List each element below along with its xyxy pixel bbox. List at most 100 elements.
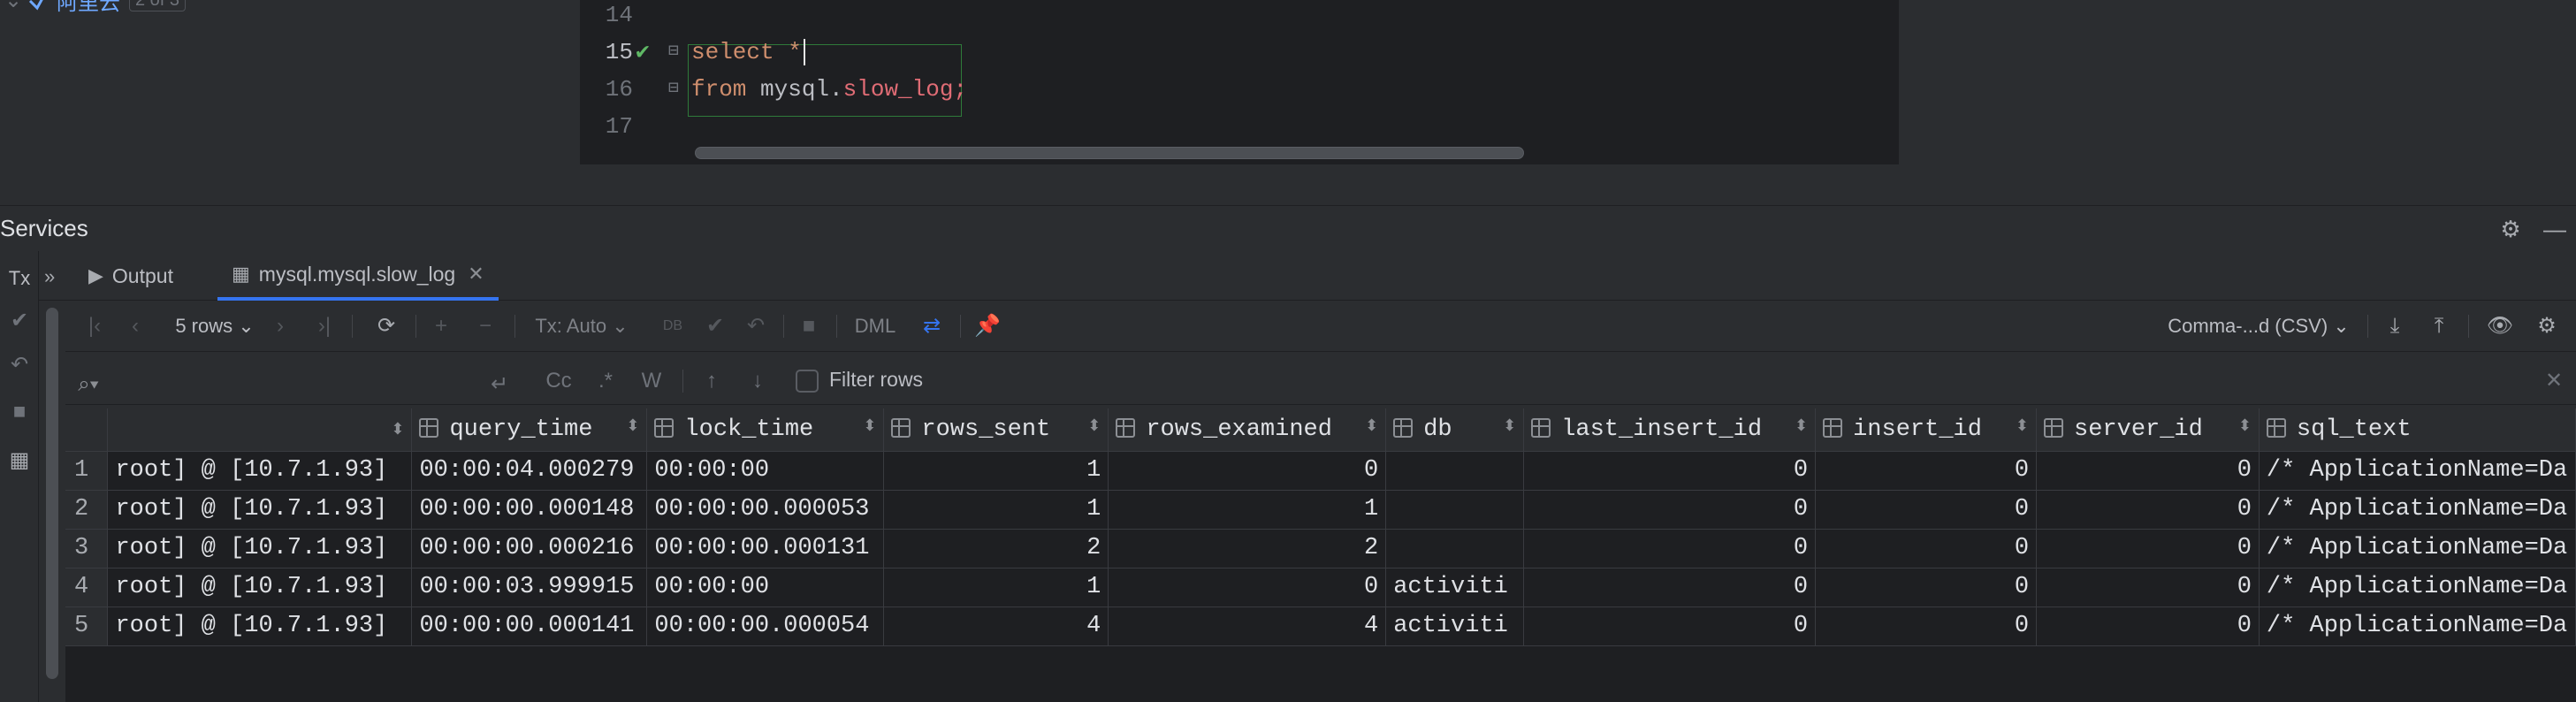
column-header-rows-sent[interactable]: rows_sent ⬍	[883, 408, 1109, 452]
table-cell[interactable]: 00:00:00	[646, 568, 885, 607]
fold-end-icon[interactable]: ⊟	[668, 71, 684, 108]
sql-editor[interactable]: 14 15 16 17 ✔ ⊟ ⊟ select * from mysql.sl…	[580, 0, 1899, 203]
sort-icon[interactable]: ⬍	[1795, 416, 1808, 435]
delete-row-icon[interactable]: −	[472, 309, 499, 343]
table-cell[interactable]: 0	[1523, 490, 1817, 530]
table-row[interactable]: 5 root] @ [10.7.1.93] 00:00:00.000141 00:00…	[65, 607, 2576, 646]
settings-gear-icon[interactable]: ⚙	[2532, 309, 2562, 343]
table-cell[interactable]: 00:00:00.000131	[646, 529, 885, 568]
column-header-query-time[interactable]: query_time ⬍	[411, 408, 648, 452]
table-cell[interactable]: 0	[1523, 451, 1817, 491]
table-cell[interactable]	[1385, 451, 1525, 491]
whole-word-toggle[interactable]: W	[638, 364, 665, 398]
table-cell[interactable]: activiti	[1385, 607, 1525, 646]
stop-icon[interactable]: ■	[0, 400, 39, 424]
tx-label[interactable]: Tx	[0, 267, 39, 290]
arrow-up-icon[interactable]: ↑	[698, 364, 725, 398]
table-cell[interactable]: 0	[2036, 451, 2260, 491]
dml-button[interactable]: DML	[850, 309, 900, 343]
cancel-query-icon[interactable]: ■	[796, 309, 822, 343]
table-cell[interactable]: 1	[883, 490, 1109, 530]
db-submit-icon[interactable]: DB	[659, 309, 686, 343]
table-cell[interactable]: 00:00:00.000148	[411, 490, 648, 530]
table-cell[interactable]: root] @ [10.7.1.93]	[107, 451, 413, 491]
view-options-icon[interactable]: 👁	[2482, 309, 2518, 343]
pin-icon[interactable]: 📌	[972, 309, 1002, 343]
table-cell[interactable]	[1385, 490, 1525, 530]
table-cell[interactable]: 2	[1108, 529, 1387, 568]
horizontal-scrollbar[interactable]	[695, 147, 1524, 159]
tx-mode-dropdown[interactable]: Tx: Auto ⌄	[530, 309, 633, 343]
sort-icon[interactable]: ⬍	[1087, 416, 1101, 435]
rollback-icon[interactable]: ↶	[0, 352, 39, 378]
table-cell[interactable]: 0	[2036, 529, 2260, 568]
column-header-insert-id[interactable]: insert_id ⬍	[1815, 408, 2038, 452]
result-grid[interactable]: ⬍ query_time ⬍ lock_time ⬍ rows_sent ⬍ rows…	[65, 408, 2576, 702]
add-row-icon[interactable]: +	[428, 309, 454, 343]
table-cell[interactable]: 1	[1108, 490, 1387, 530]
download-icon[interactable]: ⤓	[2380, 309, 2410, 343]
table-cell[interactable]: 4	[883, 607, 1109, 646]
table-cell[interactable]: 0	[1108, 568, 1387, 607]
table-cell[interactable]: root] @ [10.7.1.93]	[107, 529, 413, 568]
table-cell[interactable]: 0	[1815, 490, 2038, 530]
table-cell[interactable]: 00:00:00.000141	[411, 607, 648, 646]
table-cell[interactable]: 00:00:00.000054	[646, 607, 885, 646]
close-icon[interactable]: ✕	[2541, 364, 2567, 398]
filter-rows-checkbox[interactable]	[796, 370, 819, 393]
close-icon[interactable]: ✕	[468, 263, 484, 286]
table-cell[interactable]: 0	[2036, 490, 2260, 530]
chevron-down-icon[interactable]: ⌄	[0, 0, 27, 13]
table-row[interactable]: 1 root] @ [10.7.1.93] 00:00:04.000279 00:00…	[65, 451, 2576, 491]
table-cell[interactable]: 4	[1108, 607, 1387, 646]
column-header-lock-time[interactable]: lock_time ⬍	[646, 408, 885, 452]
commit-icon[interactable]: ✔	[0, 308, 39, 333]
table-cell[interactable]: 00:00:00.000053	[646, 490, 885, 530]
table-row[interactable]: 2 root] @ [10.7.1.93] 00:00:00.000148 00:00…	[65, 490, 2576, 530]
sort-icon[interactable]: ⬍	[391, 420, 404, 439]
rows-count-dropdown[interactable]: 5 rows ⌄	[166, 309, 263, 343]
sort-icon[interactable]: ⬍	[2238, 416, 2252, 435]
minimize-icon[interactable]: —	[2542, 217, 2567, 241]
search-icon[interactable]: ⌕▾	[69, 368, 108, 401]
sort-icon[interactable]: ⬍	[1365, 416, 1378, 435]
code-line-16[interactable]: from mysql.slow_log;	[691, 71, 967, 108]
checkmark-icon[interactable]: ✔	[629, 34, 656, 71]
first-page-icon[interactable]: |‹	[81, 309, 108, 343]
table-cell[interactable]: /* ApplicationName=Da	[2259, 529, 2576, 568]
regex-toggle[interactable]: .*	[592, 364, 619, 398]
table-cell[interactable]: 0	[1815, 568, 2038, 607]
layout-icon[interactable]: ▦	[0, 447, 39, 473]
arrow-down-icon[interactable]: ↓	[744, 364, 771, 398]
sort-icon[interactable]: ⬍	[863, 416, 876, 435]
commit-icon[interactable]: ✔	[702, 309, 728, 343]
table-cell[interactable]: 0	[1108, 451, 1387, 491]
previous-page-icon[interactable]: ‹	[122, 309, 149, 343]
table-cell[interactable]: 00:00:04.000279	[411, 451, 648, 491]
table-cell[interactable]: root] @ [10.7.1.93]	[107, 607, 413, 646]
tree-node-aliyun[interactable]: ⌄ 阿里云 2 of 3	[0, 0, 187, 15]
table-row[interactable]: 4 root] @ [10.7.1.93] 00:00:03.999915 00:00…	[65, 568, 2576, 607]
table-cell[interactable]: 00:00:03.999915	[411, 568, 648, 607]
table-cell[interactable]: 0	[1815, 529, 2038, 568]
sort-icon[interactable]: ⬍	[1503, 416, 1516, 435]
table-cell[interactable]	[1385, 529, 1525, 568]
history-icon[interactable]: ↵	[486, 368, 513, 401]
table-cell[interactable]: /* ApplicationName=Da	[2259, 568, 2576, 607]
table-cell[interactable]: /* ApplicationName=Da	[2259, 451, 2576, 491]
refresh-icon[interactable]: ⟳	[371, 309, 401, 343]
column-header-db[interactable]: db ⬍	[1385, 408, 1525, 452]
match-case-toggle[interactable]: Cc	[541, 364, 576, 398]
column-header-rows-examined[interactable]: rows_examined ⬍	[1108, 408, 1387, 452]
table-cell[interactable]: 2	[883, 529, 1109, 568]
table-cell[interactable]: activiti	[1385, 568, 1525, 607]
gear-icon[interactable]: ⚙	[2498, 217, 2523, 241]
vertical-scrollbar[interactable]	[46, 308, 58, 679]
compare-icon[interactable]: ⇄	[914, 309, 949, 343]
tab-output[interactable]: ▶ Output	[88, 251, 239, 301]
table-cell[interactable]: /* ApplicationName=Da	[2259, 490, 2576, 530]
table-cell[interactable]: 0	[1523, 607, 1817, 646]
column-header-sql-text[interactable]: sql_text	[2259, 408, 2576, 452]
column-header-server-id[interactable]: server_id ⬍	[2036, 408, 2260, 452]
last-page-icon[interactable]: ›|	[311, 309, 338, 343]
